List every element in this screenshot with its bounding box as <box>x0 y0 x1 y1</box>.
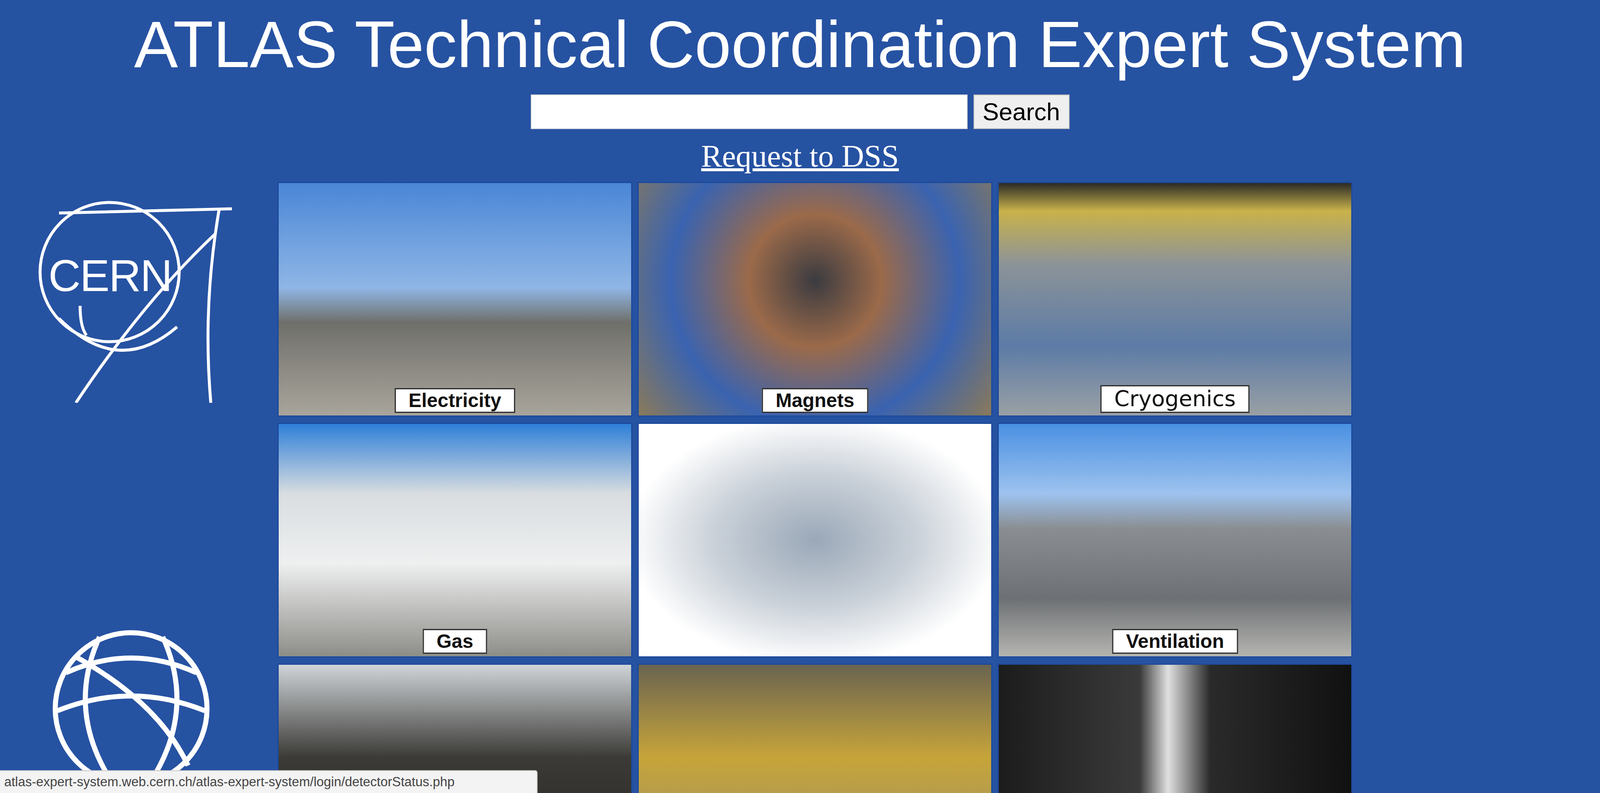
category-tile[interactable]: Ventilation <box>997 422 1353 658</box>
category-tile[interactable]: Cryogenics <box>997 181 1353 417</box>
globe-icon <box>48 626 214 791</box>
status-bar: atlas-expert-system.web.cern.ch/atlas-ex… <box>0 769 538 793</box>
category-tile[interactable] <box>637 663 993 793</box>
tile-label[interactable]: Ventilation <box>1112 628 1239 654</box>
tile-label[interactable]: Electricity <box>394 387 516 413</box>
search-bar: Search <box>530 94 1070 130</box>
category-tile[interactable]: Magnets <box>637 181 993 417</box>
request-dss-link[interactable]: Request to DSS <box>701 138 899 175</box>
logo-column: CERN <box>0 181 278 793</box>
main-area: CERN Electricity Magnets Cryogenics Gas Venti… <box>0 181 1600 793</box>
tile-label[interactable]: Gas <box>422 628 488 654</box>
category-tile[interactable] <box>637 422 993 658</box>
cern-logo: CERN <box>33 200 237 403</box>
tile-label[interactable]: Cryogenics <box>1100 384 1250 413</box>
cern-logo-icon <box>33 200 237 403</box>
tile-label[interactable]: Magnets <box>761 387 869 413</box>
category-grid: Electricity Magnets Cryogenics Gas Ventilati… <box>277 181 1353 793</box>
category-tile[interactable]: Gas <box>277 422 633 658</box>
cern-logo-text: CERN <box>40 250 180 302</box>
search-input[interactable] <box>530 94 968 130</box>
search-button[interactable]: Search <box>973 94 1070 130</box>
category-tile[interactable] <box>997 663 1353 793</box>
category-tile[interactable]: Electricity <box>277 181 633 417</box>
page-title: ATLAS Technical Coordination Expert Syst… <box>134 10 1466 80</box>
